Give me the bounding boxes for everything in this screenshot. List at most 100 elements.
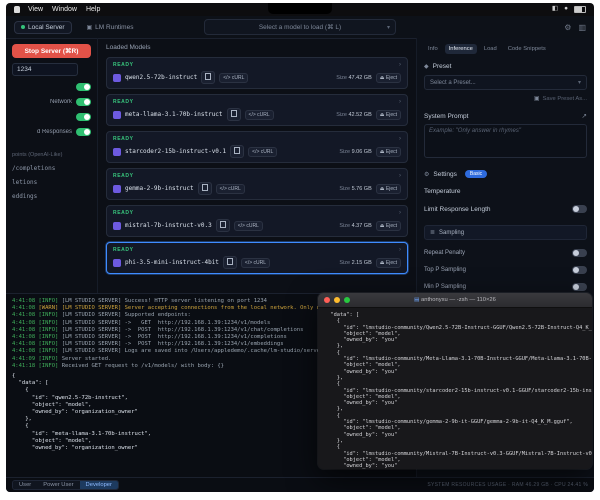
- lm-runtimes-button[interactable]: ▣ LM Runtimes: [80, 21, 141, 34]
- curl-button[interactable]: </> cURL: [234, 221, 263, 231]
- user-mode-button[interactable]: Developer: [80, 481, 118, 489]
- server-status-pill[interactable]: Local Server: [14, 21, 72, 34]
- endpoint-item[interactable]: eddings: [12, 193, 91, 200]
- limit-response-toggle[interactable]: [572, 205, 587, 213]
- system-resources: SYSTEM RESOURCES USAGE · RAM 46.29 GB · …: [427, 482, 588, 488]
- screen: View Window Help ◧ ● Local Server ▣ LM Run…: [0, 0, 600, 500]
- toolbar: Local Server ▣ LM Runtimes Select a mode…: [6, 16, 594, 39]
- port-input[interactable]: 1234: [12, 63, 78, 76]
- terminal-window[interactable]: ▤ anthonyxu — -zsh — 110×26 "data": [ { …: [318, 293, 592, 469]
- model-type-icon: [113, 148, 121, 156]
- settings-mode-badge[interactable]: Basic: [465, 170, 487, 178]
- model-name: mistral-7b-instruct-v0.3: [125, 222, 212, 229]
- chevron-right-icon[interactable]: ›: [399, 62, 401, 68]
- sampling-rows: Repeat Penalty Top P Sampling Min P Samp…: [424, 249, 587, 291]
- model-row[interactable]: READY › starcoder2-15b-instruct-v0.1 </>…: [106, 131, 408, 163]
- eject-button[interactable]: ⏏ Eject: [376, 258, 401, 268]
- gear-icon[interactable]: ⚙: [564, 23, 571, 32]
- panel-tab[interactable]: Load: [480, 44, 501, 54]
- copy-icon: [205, 73, 211, 80]
- eject-button[interactable]: ⏏ Eject: [376, 221, 401, 231]
- copy-icon: [231, 110, 237, 117]
- sampling-row: Repeat Penalty: [424, 249, 587, 257]
- temperature-row: Temperature: [424, 188, 587, 195]
- sampling-toggle[interactable]: [572, 249, 587, 257]
- chevron-right-icon[interactable]: ›: [399, 99, 401, 105]
- model-type-icon: [113, 222, 121, 230]
- panel-tab[interactable]: Inference: [445, 44, 477, 54]
- menu-item[interactable]: View: [28, 6, 43, 13]
- control-center-icon[interactable]: ◧: [552, 6, 558, 13]
- model-size: Size 9.06 GB: [339, 149, 371, 155]
- sampling-row-label: Min P Sampling: [424, 284, 466, 290]
- user-mode-button[interactable]: Power User: [37, 481, 79, 489]
- eject-button[interactable]: ⏏ Eject: [376, 73, 401, 83]
- model-type-icon: [113, 74, 121, 82]
- chevron-right-icon[interactable]: ›: [399, 136, 401, 142]
- copy-icon: [202, 184, 208, 191]
- sampling-row-label: Repeat Penalty: [424, 250, 465, 256]
- terminal-titlebar[interactable]: ▤ anthonyxu — -zsh — 110×26: [318, 293, 592, 308]
- server-settings-toggles: Network d Responses: [12, 83, 91, 136]
- model-row[interactable]: READY › gemma-2-9b-instruct </> cURL Siz…: [106, 168, 408, 200]
- code-icon: </>: [249, 112, 256, 118]
- curl-button[interactable]: </> cURL: [245, 110, 274, 120]
- copy-icon: [220, 221, 226, 228]
- server-sidebar: Stop Server (⌘R) 1234 Network d Response…: [6, 38, 98, 293]
- panel-toggle-icon[interactable]: ▥: [578, 23, 586, 32]
- copy-button[interactable]: [230, 145, 244, 158]
- code-icon: </>: [220, 186, 227, 192]
- panel-tab[interactable]: Info: [424, 44, 442, 54]
- chevron-right-icon[interactable]: ›: [399, 247, 401, 253]
- expand-icon[interactable]: ↗: [582, 112, 587, 120]
- copy-button[interactable]: [227, 108, 241, 121]
- setting-toggle[interactable]: [76, 113, 91, 121]
- menu-item[interactable]: Window: [52, 6, 77, 13]
- curl-button[interactable]: </> cURL: [216, 184, 245, 194]
- setting-toggle[interactable]: [76, 128, 91, 136]
- copy-button[interactable]: [223, 256, 237, 269]
- curl-button[interactable]: </> cURL: [241, 258, 270, 268]
- copy-button[interactable]: [201, 71, 215, 84]
- model-loader-select[interactable]: Select a model to load (⌘ L) ▾: [204, 19, 396, 35]
- eject-button[interactable]: ⏏ Eject: [376, 147, 401, 157]
- setting-toggle[interactable]: [76, 83, 91, 91]
- apple-menu-icon[interactable]: [14, 6, 20, 13]
- curl-button[interactable]: </> cURL: [219, 73, 248, 83]
- user-mode-button[interactable]: User: [13, 481, 37, 489]
- code-icon: </>: [252, 149, 259, 155]
- chevron-right-icon[interactable]: ›: [399, 210, 401, 216]
- runtimes-label: LM Runtimes: [95, 24, 133, 31]
- setting-toggle[interactable]: [76, 98, 91, 106]
- save-preset-button[interactable]: ▣ Save Preset As...: [424, 95, 587, 102]
- endpoint-item[interactable]: /completions: [12, 165, 91, 172]
- model-name: meta-llama-3.1-70b-instruct: [125, 111, 223, 118]
- endpoint-item[interactable]: letions: [12, 179, 91, 186]
- preset-header-row: ◆ Preset: [424, 63, 587, 70]
- model-row[interactable]: READY › mistral-7b-instruct-v0.3 </> cUR…: [106, 205, 408, 237]
- wifi-icon[interactable]: ●: [564, 6, 568, 13]
- preset-select[interactable]: Select a Preset... ▾: [424, 75, 587, 90]
- model-row[interactable]: READY › meta-llama-3.1-70b-instruct </> …: [106, 94, 408, 126]
- eject-button[interactable]: ⏏ Eject: [376, 110, 401, 120]
- model-row[interactable]: READY › qwen2.5-72b-instruct </> cURL Si…: [106, 57, 408, 89]
- sampling-toggle[interactable]: [572, 283, 587, 291]
- copy-button[interactable]: [216, 219, 230, 232]
- curl-button[interactable]: </> cURL: [248, 147, 277, 157]
- model-size: Size 47.42 GB: [336, 75, 371, 81]
- model-type-icon: [113, 185, 121, 193]
- model-loader-label: Select a model to load (⌘ L): [259, 23, 341, 31]
- sampling-row: Min P Sampling: [424, 283, 587, 291]
- copy-button[interactable]: [198, 182, 212, 195]
- eject-button[interactable]: ⏏ Eject: [376, 184, 401, 194]
- system-prompt-input[interactable]: [424, 124, 587, 158]
- sampling-toggle[interactable]: [572, 266, 587, 274]
- battery-icon[interactable]: [574, 6, 586, 13]
- model-row[interactable]: READY › phi-3.5-mini-instruct-4bit </> c…: [106, 242, 408, 274]
- eject-icon: ⏏: [380, 260, 385, 266]
- camera-notch: [268, 3, 332, 14]
- stop-server-button[interactable]: Stop Server (⌘R): [12, 44, 91, 58]
- panel-tab[interactable]: Code Snippets: [504, 44, 550, 54]
- chevron-right-icon[interactable]: ›: [399, 173, 401, 179]
- menu-item[interactable]: Help: [86, 6, 100, 13]
